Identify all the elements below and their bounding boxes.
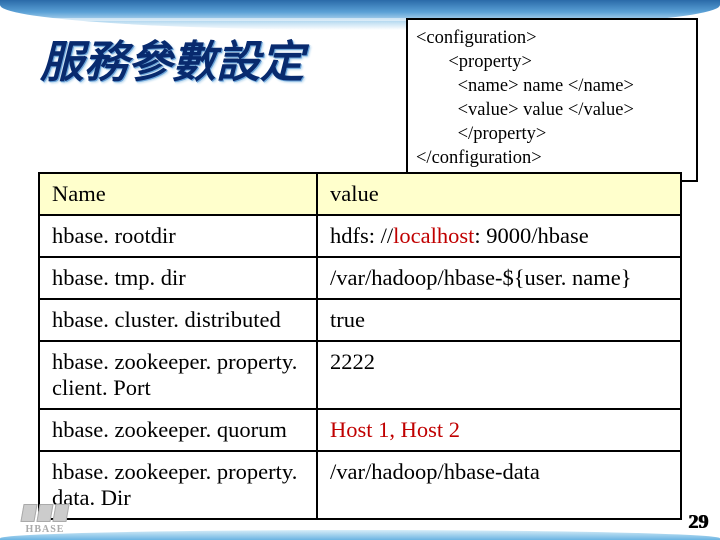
table-row: hbase. cluster. distributed true [39, 299, 681, 341]
xml-line: </configuration> [416, 146, 688, 170]
value-host: localhost [393, 223, 474, 248]
table-row: hbase. zookeeper. property. data. Dir /v… [39, 451, 681, 519]
bottom-decor [0, 530, 720, 540]
logo-text: HBASE [26, 524, 65, 535]
value-text: 2222 [330, 349, 375, 374]
cell-value: 2222 [317, 341, 681, 409]
xml-line: </property> [416, 122, 688, 146]
table-row: hbase. rootdir hdfs: //localhost: 9000/h… [39, 215, 681, 257]
cell-value: /var/hadoop/hbase-${user. name} [317, 257, 681, 299]
table-row: hbase. tmp. dir /var/hadoop/hbase-${user… [39, 257, 681, 299]
config-table: Name value hbase. rootdir hdfs: //localh… [38, 172, 680, 520]
xml-line: <property> [416, 50, 688, 74]
col-header-value: value [317, 173, 681, 215]
value-text: true [330, 307, 365, 332]
value-text: /var/hadoop/hbase-data [330, 459, 540, 484]
value-text: hdfs: // [330, 223, 393, 248]
xml-line: <value> value </value> [416, 98, 688, 122]
page-number: 29 [688, 511, 708, 534]
cell-name: hbase. tmp. dir [39, 257, 317, 299]
page-title: 服務參數設定 [40, 26, 304, 90]
table-row: hbase. zookeeper. quorum Host 1, Host 2 [39, 409, 681, 451]
col-header-name: Name [39, 173, 317, 215]
cell-value: true [317, 299, 681, 341]
cell-name: hbase. rootdir [39, 215, 317, 257]
table-row: hbase. zookeeper. property. client. Port… [39, 341, 681, 409]
cell-name: hbase. zookeeper. property. client. Port [39, 341, 317, 409]
cell-value: Host 1, Host 2 [317, 409, 681, 451]
cell-value: /var/hadoop/hbase-data [317, 451, 681, 519]
xml-line: <name> name </name> [416, 74, 688, 98]
cell-name: hbase. zookeeper. quorum [39, 409, 317, 451]
xml-example-box: <configuration> <property> <name> name <… [406, 18, 698, 182]
value-text: /var/hadoop/hbase-${user. name} [330, 265, 632, 290]
cell-name: hbase. cluster. distributed [39, 299, 317, 341]
value-text: : 9000/hbase [474, 223, 588, 248]
value-host: Host 1, Host 2 [330, 417, 460, 442]
table-header-row: Name value [39, 173, 681, 215]
logo-mark-icon [20, 504, 69, 522]
cell-value: hdfs: //localhost: 9000/hbase [317, 215, 681, 257]
xml-line: <configuration> [416, 26, 688, 50]
hbase-logo: HBASE [8, 504, 82, 538]
